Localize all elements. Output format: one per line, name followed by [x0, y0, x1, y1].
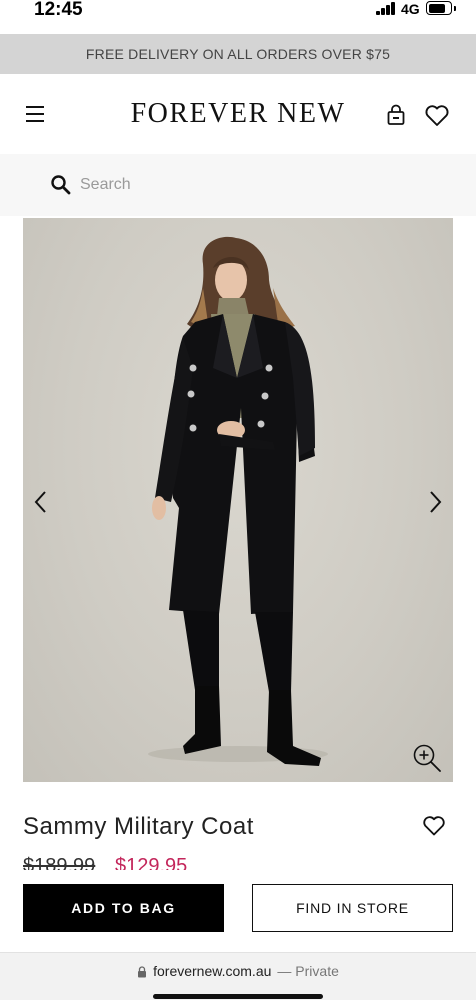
search-input[interactable]: [80, 172, 440, 198]
previous-image-button[interactable]: [29, 488, 53, 516]
chevron-right-icon: [430, 491, 442, 513]
promo-banner[interactable]: FREE DELIVERY ON ALL ORDERS OVER $75: [0, 34, 476, 74]
browser-url-bar[interactable]: forevernew.com.au — Private: [0, 952, 476, 1000]
zoom-button[interactable]: [411, 742, 443, 774]
chevron-left-icon: [34, 491, 46, 513]
action-bar: ADD TO BAG FIND IN STORE: [0, 870, 476, 952]
add-to-bag-button[interactable]: ADD TO BAG: [23, 884, 224, 932]
status-bar: 12:45 4G: [0, 0, 476, 34]
bag-icon[interactable]: [386, 104, 406, 126]
search-bar: [0, 154, 476, 216]
signal-icon: [376, 2, 398, 15]
zoom-in-icon: [413, 744, 441, 772]
product-image[interactable]: [23, 218, 453, 782]
battery-icon: [426, 1, 456, 15]
heart-icon: [423, 816, 445, 836]
home-indicator[interactable]: [153, 994, 323, 999]
lock-icon: [137, 965, 147, 978]
product-title: Sammy Military Coat: [23, 813, 254, 840]
site-header: FOREVER NEW: [0, 74, 476, 154]
product-photo-coat: [148, 236, 328, 766]
heart-icon[interactable]: [424, 104, 450, 128]
private-mode-label: — Private: [277, 963, 339, 979]
promo-text: FREE DELIVERY ON ALL ORDERS OVER $75: [85, 46, 391, 62]
find-in-store-button[interactable]: FIND IN STORE: [252, 884, 453, 932]
status-time: 12:45: [34, 0, 83, 20]
search-icon[interactable]: [50, 174, 72, 196]
add-to-wishlist-button[interactable]: [422, 815, 446, 837]
network-label: 4G: [401, 1, 420, 17]
next-image-button[interactable]: [423, 488, 447, 516]
url-domain: forevernew.com.au: [153, 963, 272, 979]
